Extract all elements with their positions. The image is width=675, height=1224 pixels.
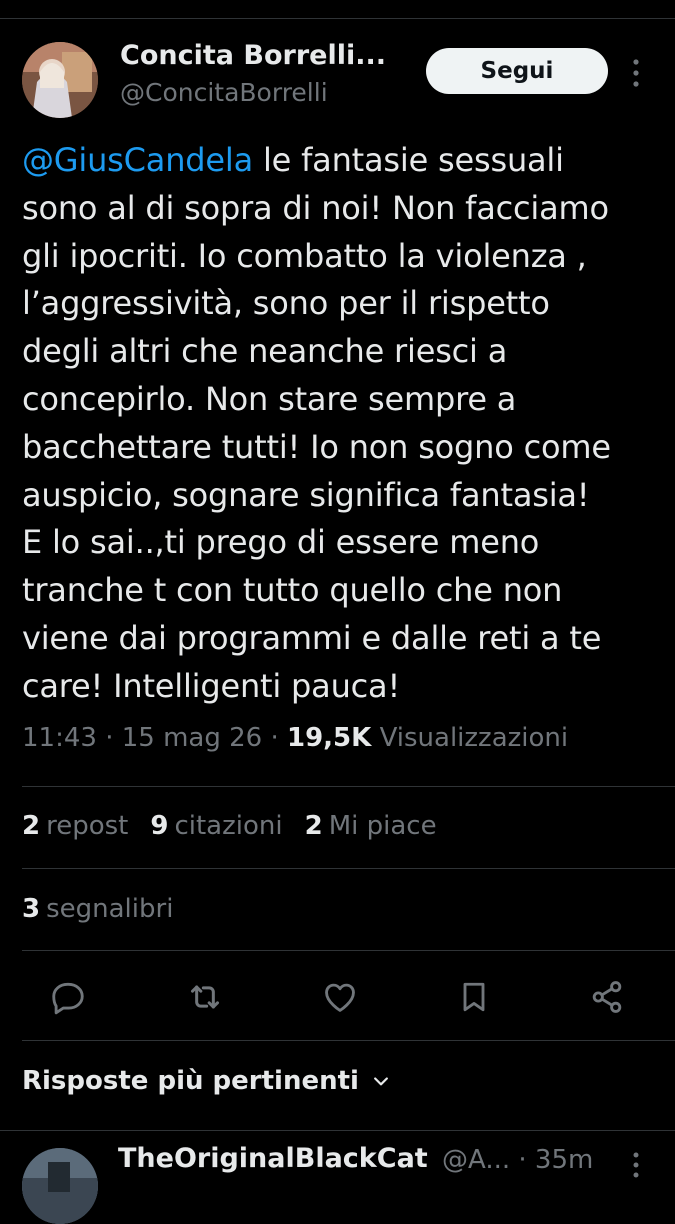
bookmarks-stat[interactable]: 3 segnalibri	[22, 894, 173, 924]
author-avatar-image	[22, 42, 98, 118]
quotes-label: citazioni	[174, 811, 283, 841]
bookmarks-label: segnalibri	[46, 894, 174, 924]
more-options-icon[interactable]	[624, 56, 648, 90]
meta-separator: ·	[262, 723, 287, 753]
reply-avatar[interactable]	[22, 1148, 98, 1224]
engagement-stats: 2 repost 9 citazioni 2 Mi piace	[22, 811, 437, 841]
top-divider	[0, 18, 675, 19]
divider	[22, 950, 675, 951]
divider	[22, 786, 675, 787]
divider	[22, 868, 675, 869]
tweet-body: le fantasie sessuali sono al di sopra di…	[22, 141, 611, 705]
tweet-text: @GiusCandela le fantasie sessuali sono a…	[22, 137, 662, 711]
views-label: Visualizzazioni	[379, 723, 569, 753]
author-avatar[interactable]	[22, 42, 98, 118]
author-name[interactable]: Concita Borrelli...	[120, 40, 386, 71]
reply-author-handle-time[interactable]: @A... · 35m	[442, 1145, 593, 1175]
quotes-count: 9	[150, 811, 169, 841]
mention-link[interactable]: @GiusCandela	[22, 141, 253, 179]
reposts-count: 2	[22, 811, 41, 841]
chevron-down-icon	[374, 1077, 388, 1086]
follow-button[interactable]: Segui	[426, 48, 608, 94]
likes-label: Mi piace	[328, 811, 437, 841]
bookmarks-count: 3	[22, 894, 41, 924]
likes-count: 2	[304, 811, 323, 841]
repost-icon[interactable]	[182, 974, 228, 1020]
tweet-meta: 11:43 · 15 mag 26 · 19,5K Visualizzazion…	[22, 723, 568, 753]
reply-icon[interactable]	[45, 974, 91, 1020]
bookmark-icon[interactable]	[451, 974, 497, 1020]
like-icon[interactable]	[317, 974, 363, 1020]
reposts-stat[interactable]: 2 repost	[22, 811, 128, 841]
divider	[0, 1130, 675, 1131]
share-icon[interactable]	[584, 974, 630, 1020]
author-handle[interactable]: @ConcitaBorrelli	[120, 78, 328, 107]
reposts-label: repost	[46, 811, 129, 841]
meta-separator: ·	[96, 723, 122, 753]
divider	[22, 1040, 675, 1041]
replies-sort-label: Risposte più pertinenti	[22, 1066, 359, 1096]
views-count: 19,5K	[287, 723, 372, 753]
likes-stat[interactable]: 2 Mi piace	[305, 811, 437, 841]
reply-more-options-icon[interactable]	[624, 1150, 648, 1180]
tweet-date[interactable]: 15 mag 26	[122, 723, 262, 753]
action-bar	[0, 974, 675, 1020]
tweet-time[interactable]: 11:43	[22, 723, 97, 753]
replies-sort-dropdown[interactable]: Risposte più pertinenti	[22, 1066, 391, 1096]
quotes-stat[interactable]: 9 citazioni	[150, 811, 282, 841]
reply-author-name[interactable]: TheOriginalBlackCat	[118, 1143, 428, 1174]
